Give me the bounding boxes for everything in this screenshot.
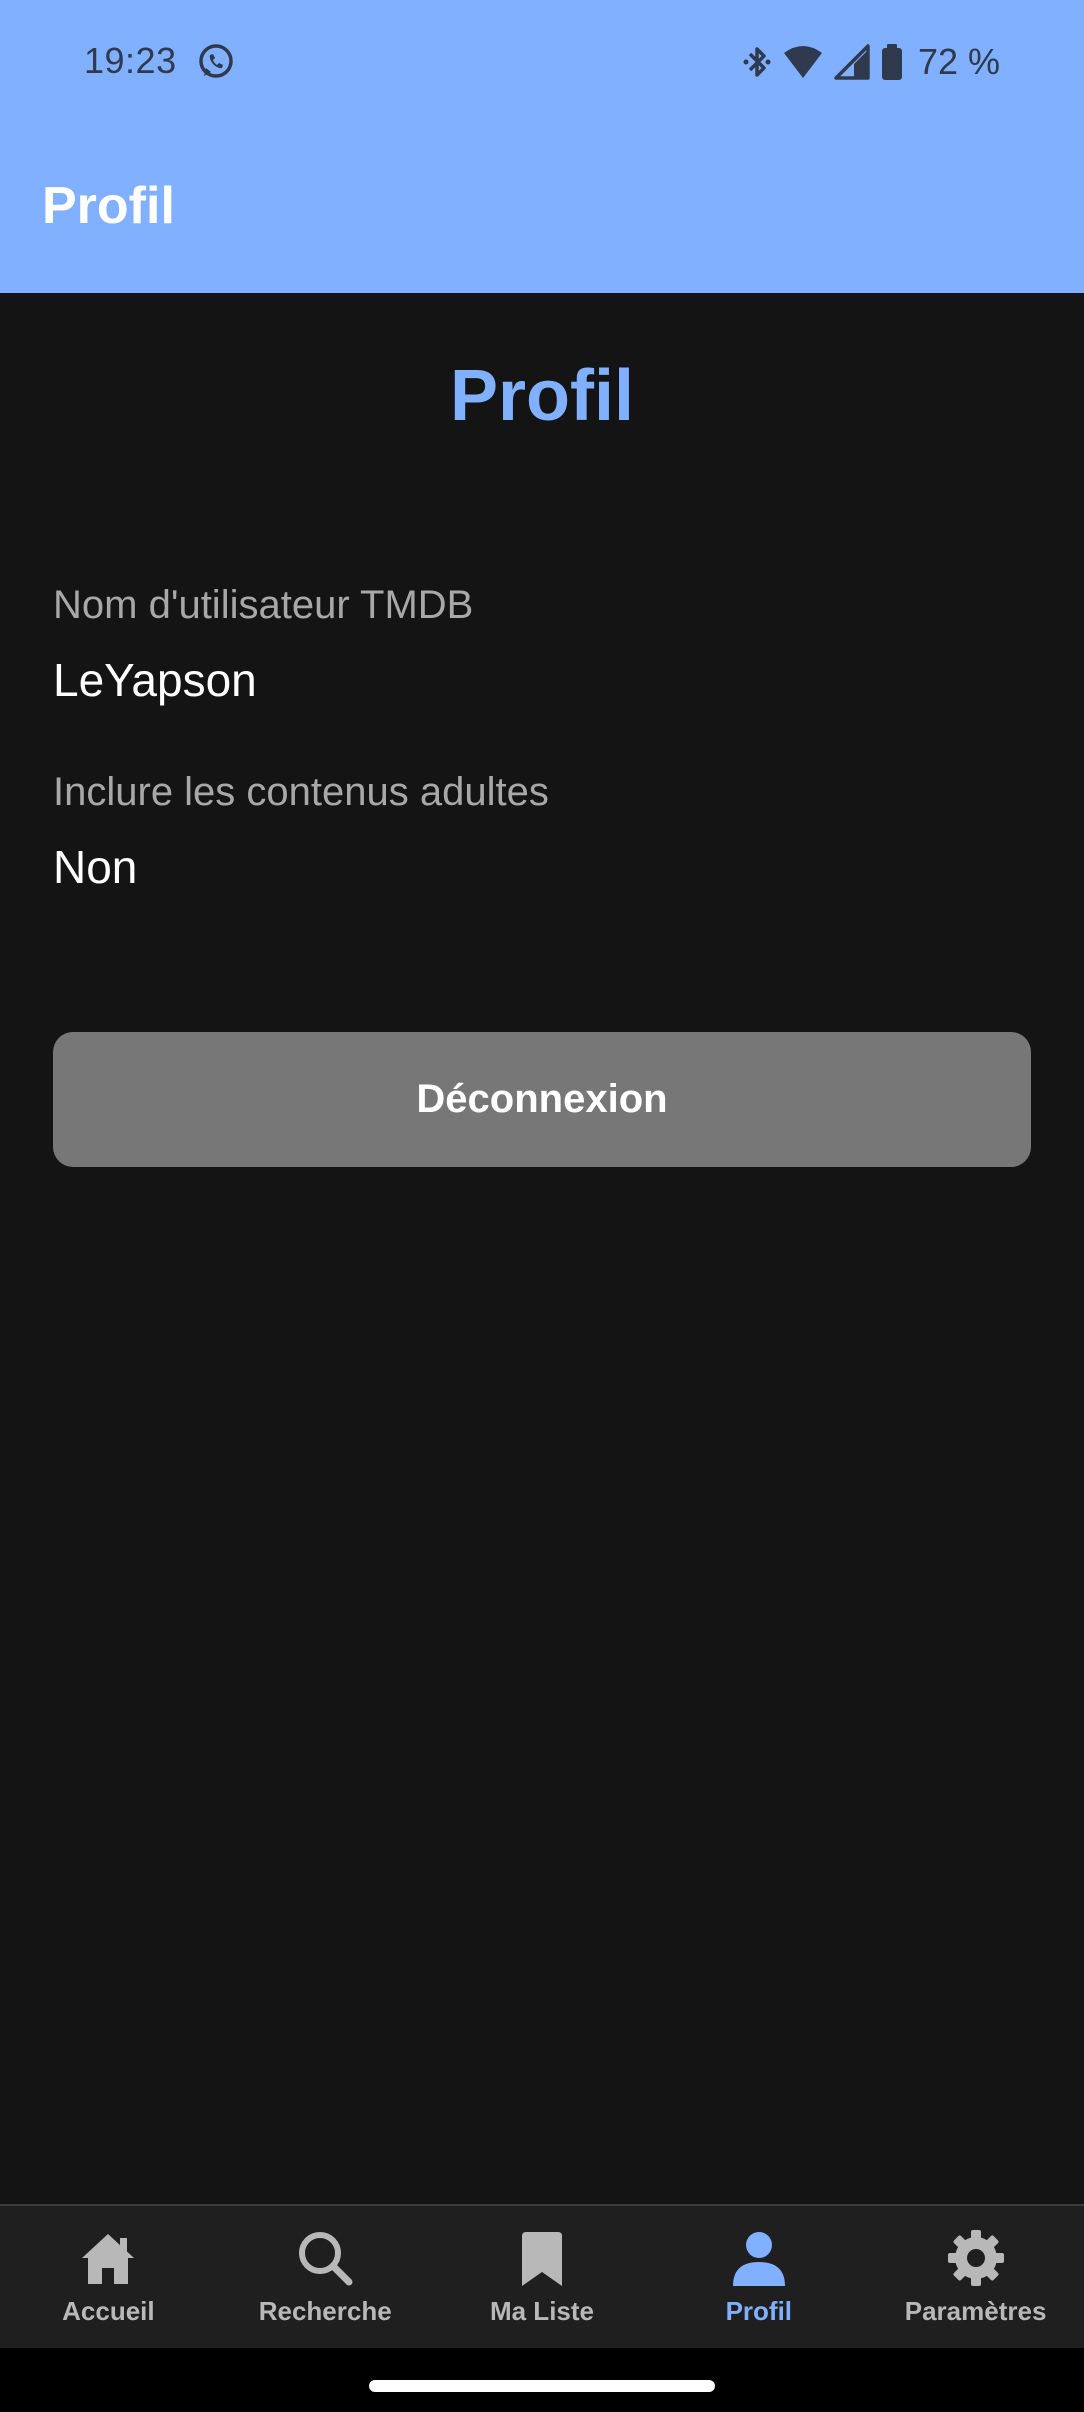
nav-label-profile: Profil bbox=[725, 2296, 793, 2326]
home-icon bbox=[76, 2226, 140, 2290]
nav-item-profile[interactable]: Profil bbox=[650, 2206, 867, 2350]
status-bar: 19:23 72 % bbox=[0, 0, 1084, 125]
adult-content-value: Non bbox=[53, 841, 138, 893]
nav-label-my-list: Ma Liste bbox=[489, 2296, 594, 2326]
adult-content-label: Inclure les contenus adultes bbox=[53, 770, 549, 814]
username-label: Nom d'utilisateur TMDB bbox=[53, 583, 474, 627]
battery-icon bbox=[880, 42, 904, 82]
bluetooth-icon bbox=[742, 42, 772, 82]
profile-screen: 19:23 72 % Profil Profil Nom d'utilisate… bbox=[0, 0, 1084, 2412]
wifi-icon bbox=[782, 42, 824, 82]
username-value: LeYapson bbox=[53, 654, 257, 706]
signal-icon bbox=[834, 42, 870, 82]
bookmark-icon bbox=[510, 2226, 574, 2290]
gear-icon bbox=[944, 2226, 1008, 2290]
nav-item-my-list[interactable]: Ma Liste bbox=[434, 2206, 651, 2350]
nav-label-settings: Paramètres bbox=[904, 2296, 1047, 2326]
app-bar-title: Profil bbox=[42, 177, 175, 235]
bottom-navigation: Accueil Recherche Ma Liste Profil Paramè… bbox=[0, 2204, 1084, 2350]
whatsapp-icon bbox=[196, 42, 236, 82]
person-icon bbox=[727, 2226, 791, 2290]
nav-label-search: Recherche bbox=[258, 2296, 392, 2326]
search-icon bbox=[293, 2226, 357, 2290]
status-time: 19:23 bbox=[84, 40, 177, 81]
nav-item-home[interactable]: Accueil bbox=[0, 2206, 217, 2350]
nav-item-search[interactable]: Recherche bbox=[217, 2206, 434, 2350]
battery-percentage: 72 % bbox=[917, 41, 1000, 82]
nav-label-home: Accueil bbox=[62, 2296, 155, 2326]
app-header: 19:23 72 % Profil bbox=[0, 0, 1084, 293]
logout-button[interactable]: Déconnexion bbox=[53, 1032, 1031, 1167]
home-gesture-handle[interactable] bbox=[369, 2380, 715, 2392]
nav-item-settings[interactable]: Paramètres bbox=[867, 2206, 1084, 2350]
status-icons: 72 % bbox=[742, 40, 1000, 84]
page-title: Profil bbox=[449, 356, 634, 436]
